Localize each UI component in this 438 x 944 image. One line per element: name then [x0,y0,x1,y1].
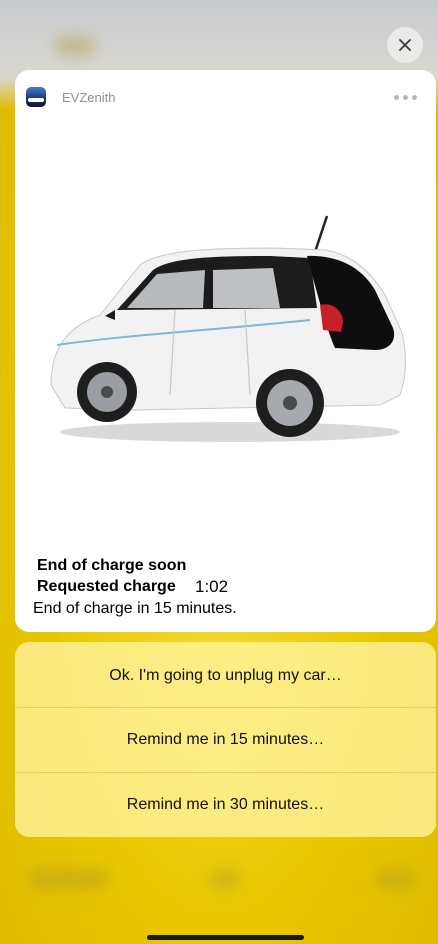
blurred-shape [30,868,110,890]
blurred-shape [210,868,240,890]
more-icon [393,94,399,100]
more-button[interactable] [391,86,419,108]
remind-15-action-button[interactable]: Remind me in 15 minutes… [15,708,436,772]
remind-30-action-button[interactable]: Remind me in 30 minutes… [15,773,436,837]
car-image [50,215,406,442]
unplug-action-button[interactable]: Ok. I'm going to unplug my car… [15,644,436,708]
blurred-shape [375,868,415,890]
blurred-shape [55,35,95,57]
action-menu: Ok. I'm going to unplug my car… Remind m… [15,642,436,837]
notification-title: End of charge soon [37,557,187,574]
notification-card[interactable]: EVZenith End of charge soon Requested ch… [15,70,436,632]
notification-body: End of charge in 15 minutes. [33,600,237,617]
app-name: EVZenith [62,90,116,105]
app-icon [26,87,46,107]
requested-charge-value: 1:02 [195,577,229,596]
close-button[interactable] [387,27,423,63]
requested-charge-label: Requested charge [37,578,176,595]
close-icon [399,39,411,51]
home-indicator[interactable] [147,935,304,940]
